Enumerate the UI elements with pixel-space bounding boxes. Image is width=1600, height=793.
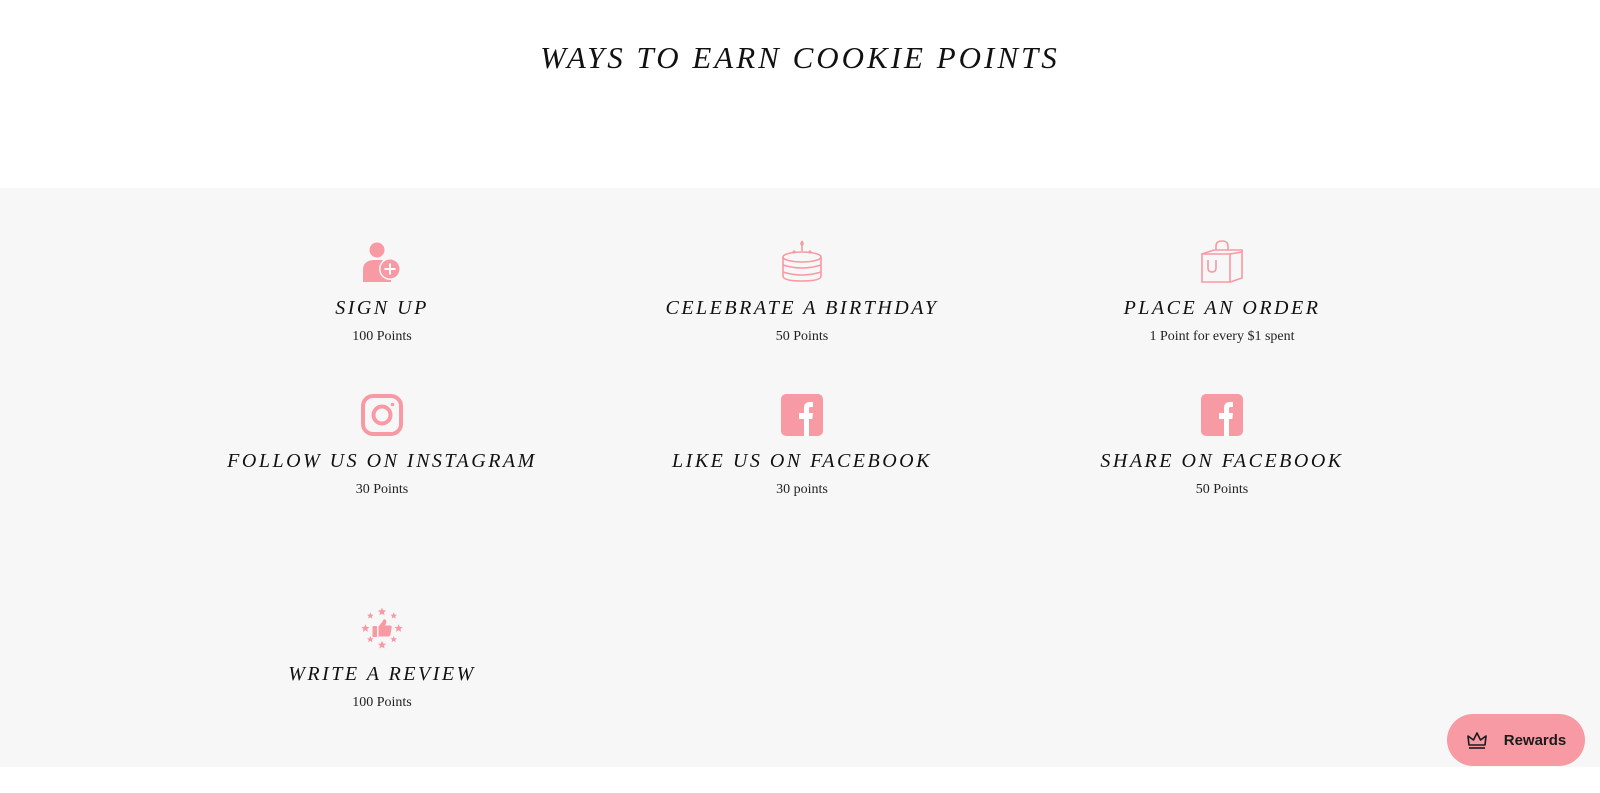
earn-item-title: SHARE ON FACEBOOK <box>1100 450 1344 472</box>
earn-item-sign-up: SIGN UP 100 Points <box>172 240 592 346</box>
earn-item-like-facebook: LIKE US ON FACEBOOK 30 points <box>592 393 1012 499</box>
page-title: WAYS TO EARN COOKIE POINTS <box>540 40 1060 75</box>
instagram-icon <box>360 393 404 437</box>
earn-item-title: FOLLOW US ON INSTAGRAM <box>227 450 537 472</box>
earn-item-write-review: WRITE A REVIEW 100 Points <box>172 606 592 712</box>
earn-item-title: CELEBRATE A BIRTHDAY <box>665 297 939 319</box>
earn-item-points: 30 points <box>776 482 828 497</box>
earn-item-title: PLACE AN ORDER <box>1123 297 1321 319</box>
earn-item-points: 100 Points <box>352 329 412 344</box>
earn-item-share-facebook: SHARE ON FACEBOOK 50 Points <box>1012 393 1432 499</box>
earn-item-points: 50 Points <box>1195 482 1249 497</box>
facebook-icon <box>780 393 824 437</box>
earn-item-points: 1 Point for every $1 spent <box>1149 329 1295 344</box>
earn-item-title: SIGN UP <box>335 297 429 319</box>
earn-item-points: 100 Points <box>352 695 412 710</box>
rewards-launcher-button[interactable]: Rewards <box>1447 714 1585 766</box>
earn-item-title: LIKE US ON FACEBOOK <box>672 450 932 472</box>
earn-item-celebrate-birthday: CELEBRATE A BIRTHDAY 50 Points <box>592 240 1012 346</box>
rewards-label: Rewards <box>1503 731 1567 749</box>
shopping-bag-icon <box>1200 240 1244 284</box>
facebook-icon <box>1200 393 1244 437</box>
thumbs-up-stars-icon <box>360 606 404 650</box>
earn-item-points: 50 Points <box>775 329 829 344</box>
earn-item-points: 30 Points <box>355 482 409 497</box>
earn-item-follow-instagram: FOLLOW US ON INSTAGRAM 30 Points <box>172 393 592 499</box>
earn-item-place-order: PLACE AN ORDER 1 Point for every $1 spen… <box>1012 240 1432 346</box>
ways-to-earn-section: SIGN UP 100 Points CELEBRATE A BIRTHDAY … <box>0 188 1600 767</box>
earn-item-title: WRITE A REVIEW <box>288 663 476 685</box>
birthday-cake-icon <box>780 240 824 284</box>
crown-icon <box>1466 729 1488 751</box>
user-plus-icon <box>360 240 404 284</box>
